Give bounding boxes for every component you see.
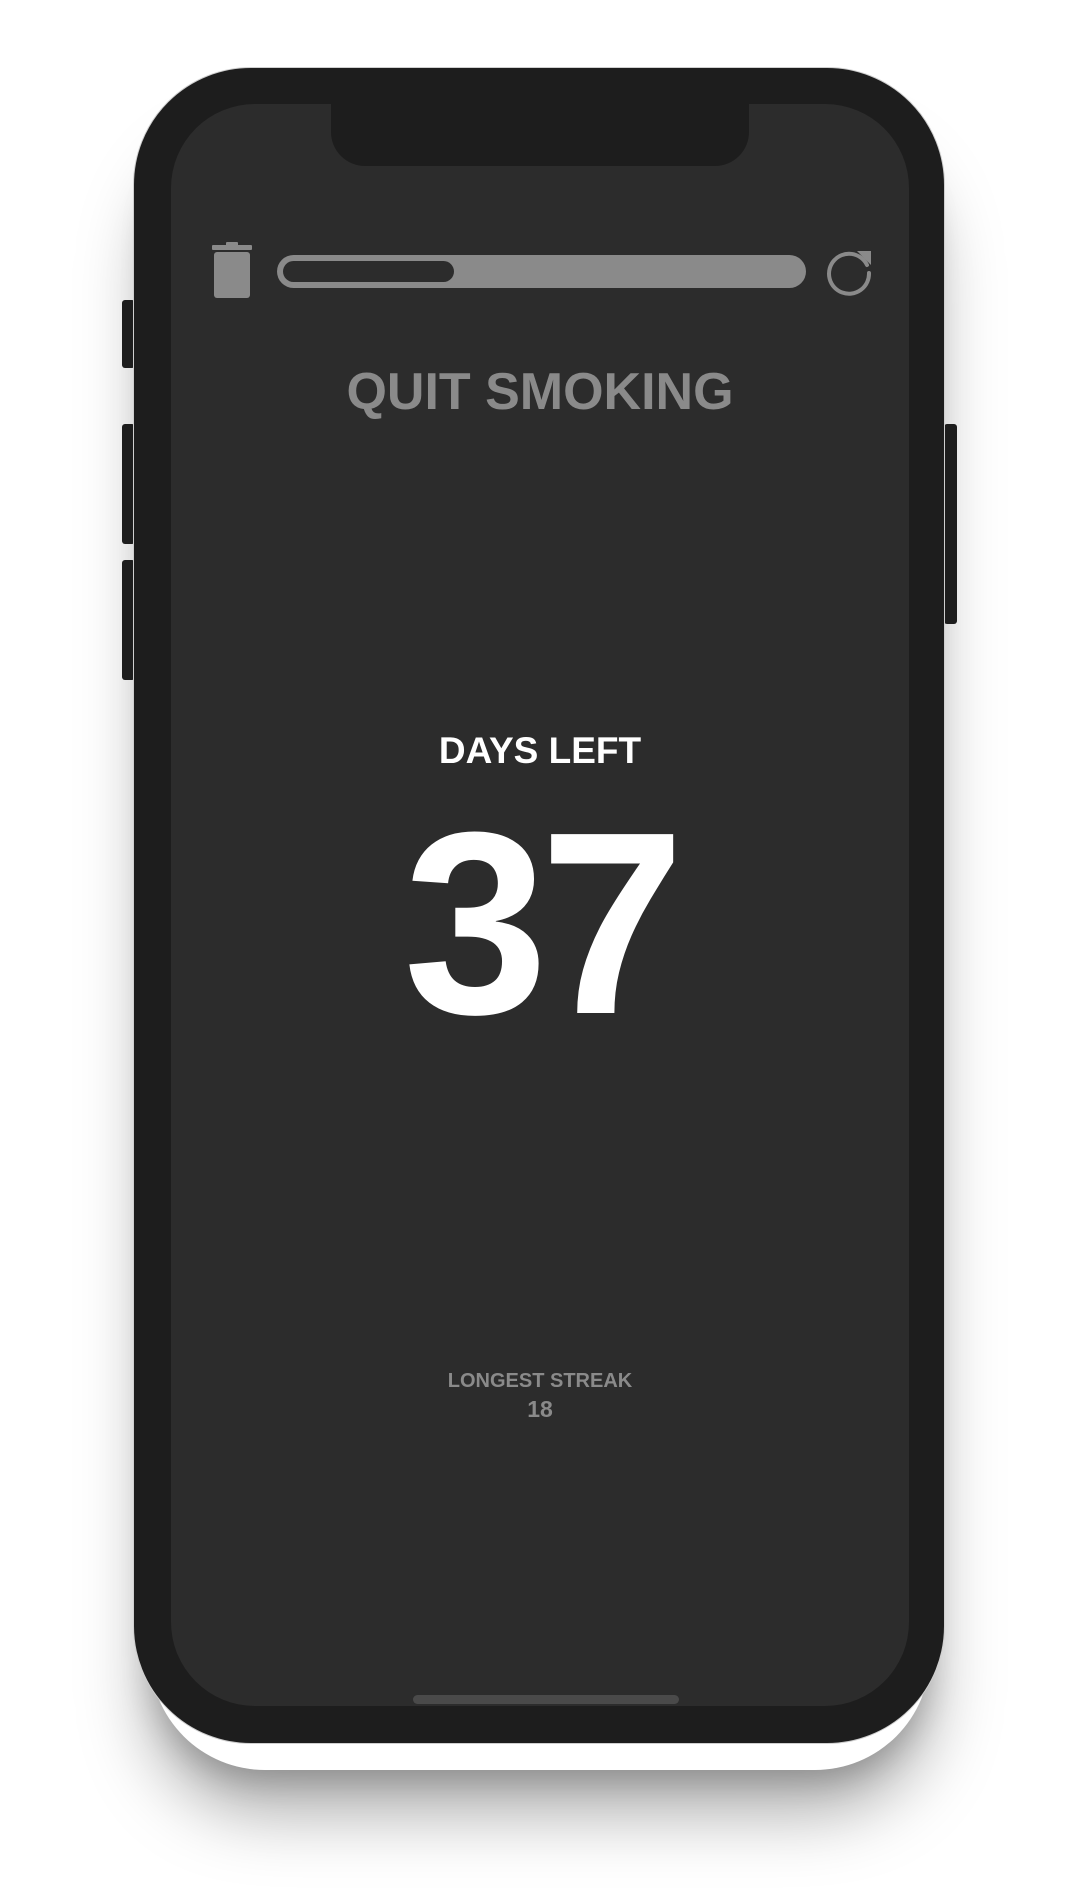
home-indicator[interactable]	[413, 1695, 679, 1704]
power-button	[944, 424, 957, 624]
days-left-value: 37	[403, 779, 684, 1069]
notch	[331, 104, 749, 166]
stage: QUIT SMOKING DAYS LEFT 37 LONGEST STREAK…	[0, 0, 1078, 1904]
longest-streak-label: LONGEST STREAK	[447, 1370, 633, 1392]
progress-bar	[277, 255, 806, 288]
app-screen: QUIT SMOKING DAYS LEFT 37 LONGEST STREAK…	[171, 104, 909, 1706]
progress-bar-fill	[283, 261, 454, 282]
refresh-icon[interactable]	[823, 245, 875, 297]
longest-streak-value: 18	[527, 1396, 553, 1422]
days-left-label: DAYS LEFT	[438, 730, 642, 771]
page-title: QUIT SMOKING	[346, 363, 734, 421]
trash-icon[interactable]	[212, 242, 252, 298]
toolbar	[171, 242, 909, 300]
